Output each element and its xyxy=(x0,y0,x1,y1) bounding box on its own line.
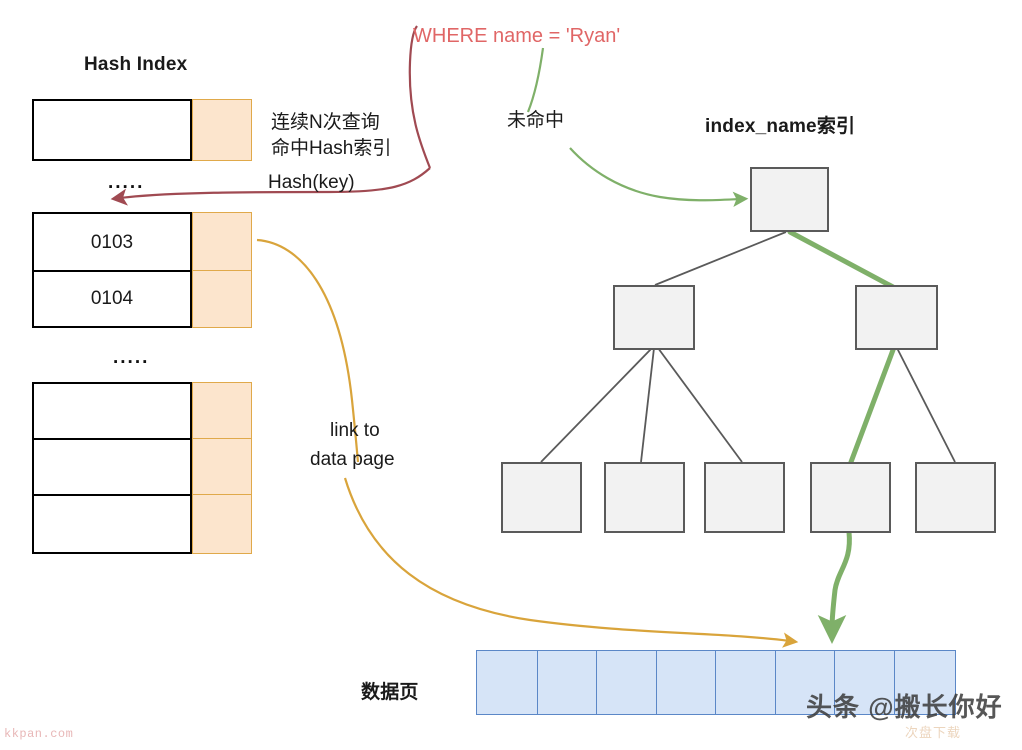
btree-root-node[interactable] xyxy=(750,167,829,232)
where-clause-label: WHERE name = 'Ryan' xyxy=(413,25,621,47)
hash-pointer-cell[interactable] xyxy=(192,494,252,554)
btree-leaf-node-4[interactable] xyxy=(810,462,891,533)
hash-row[interactable] xyxy=(32,494,192,554)
data-page-cell[interactable] xyxy=(536,650,598,715)
hash-pointer-cell[interactable] xyxy=(192,382,252,440)
data-page-cell[interactable] xyxy=(596,650,657,715)
btree-internal-node-1[interactable] xyxy=(613,285,695,350)
watermark-bottom-right-small: 次盘下载 xyxy=(905,725,962,740)
btree-index-title: index_name索引 xyxy=(705,116,856,137)
btree-internal-node-2[interactable] xyxy=(855,285,938,350)
btree-leaf-node-3[interactable] xyxy=(704,462,785,533)
btree-leaf-node-5[interactable] xyxy=(915,462,996,533)
leaf-to-datapage-arrow xyxy=(817,531,852,645)
hash-note-line-2: 命中Hash索引 xyxy=(271,138,392,159)
data-page-cell[interactable] xyxy=(476,650,538,715)
hash-pointer-cell[interactable] xyxy=(192,99,252,161)
watermark-bottom-left: kkpan.com xyxy=(4,727,74,741)
hash-note-line-1: 连续N次查询 xyxy=(271,112,380,133)
hash-row[interactable]: 0104 xyxy=(32,270,192,328)
hash-ellipsis-1: ..... xyxy=(108,172,145,193)
hash-note-line-3: Hash(key) xyxy=(268,172,355,193)
hash-row-key: 0104 xyxy=(90,288,134,309)
data-page-cell[interactable] xyxy=(715,650,776,715)
hash-row-key: 0103 xyxy=(90,232,134,253)
data-page-label: 数据页 xyxy=(361,682,419,703)
hash-row[interactable] xyxy=(32,382,192,440)
hash-pointer-cell[interactable] xyxy=(192,438,252,496)
hash-index-title: Hash Index xyxy=(84,54,188,75)
btree-leaf-node-1[interactable] xyxy=(501,462,582,533)
link-note-line-2: data page xyxy=(310,449,395,470)
btree-leaf-node-2[interactable] xyxy=(604,462,685,533)
hash-pointer-cell[interactable] xyxy=(192,212,252,272)
hash-row[interactable]: 0103 xyxy=(32,212,192,272)
data-page-cell[interactable] xyxy=(655,650,717,715)
hash-pointer-cell[interactable] xyxy=(192,270,252,328)
hash-row[interactable] xyxy=(32,438,192,496)
link-note-line-1: link to xyxy=(330,420,380,441)
miss-label: 未命中 xyxy=(507,110,565,131)
hash-ellipsis-2: ..... xyxy=(113,347,150,368)
watermark-bottom-right: 头条 @搬长你好 xyxy=(806,692,1003,722)
diagram-canvas: Hash Index ..... 0103 0104 ..... WHERE n… xyxy=(0,0,1022,750)
hash-row[interactable] xyxy=(32,99,192,161)
